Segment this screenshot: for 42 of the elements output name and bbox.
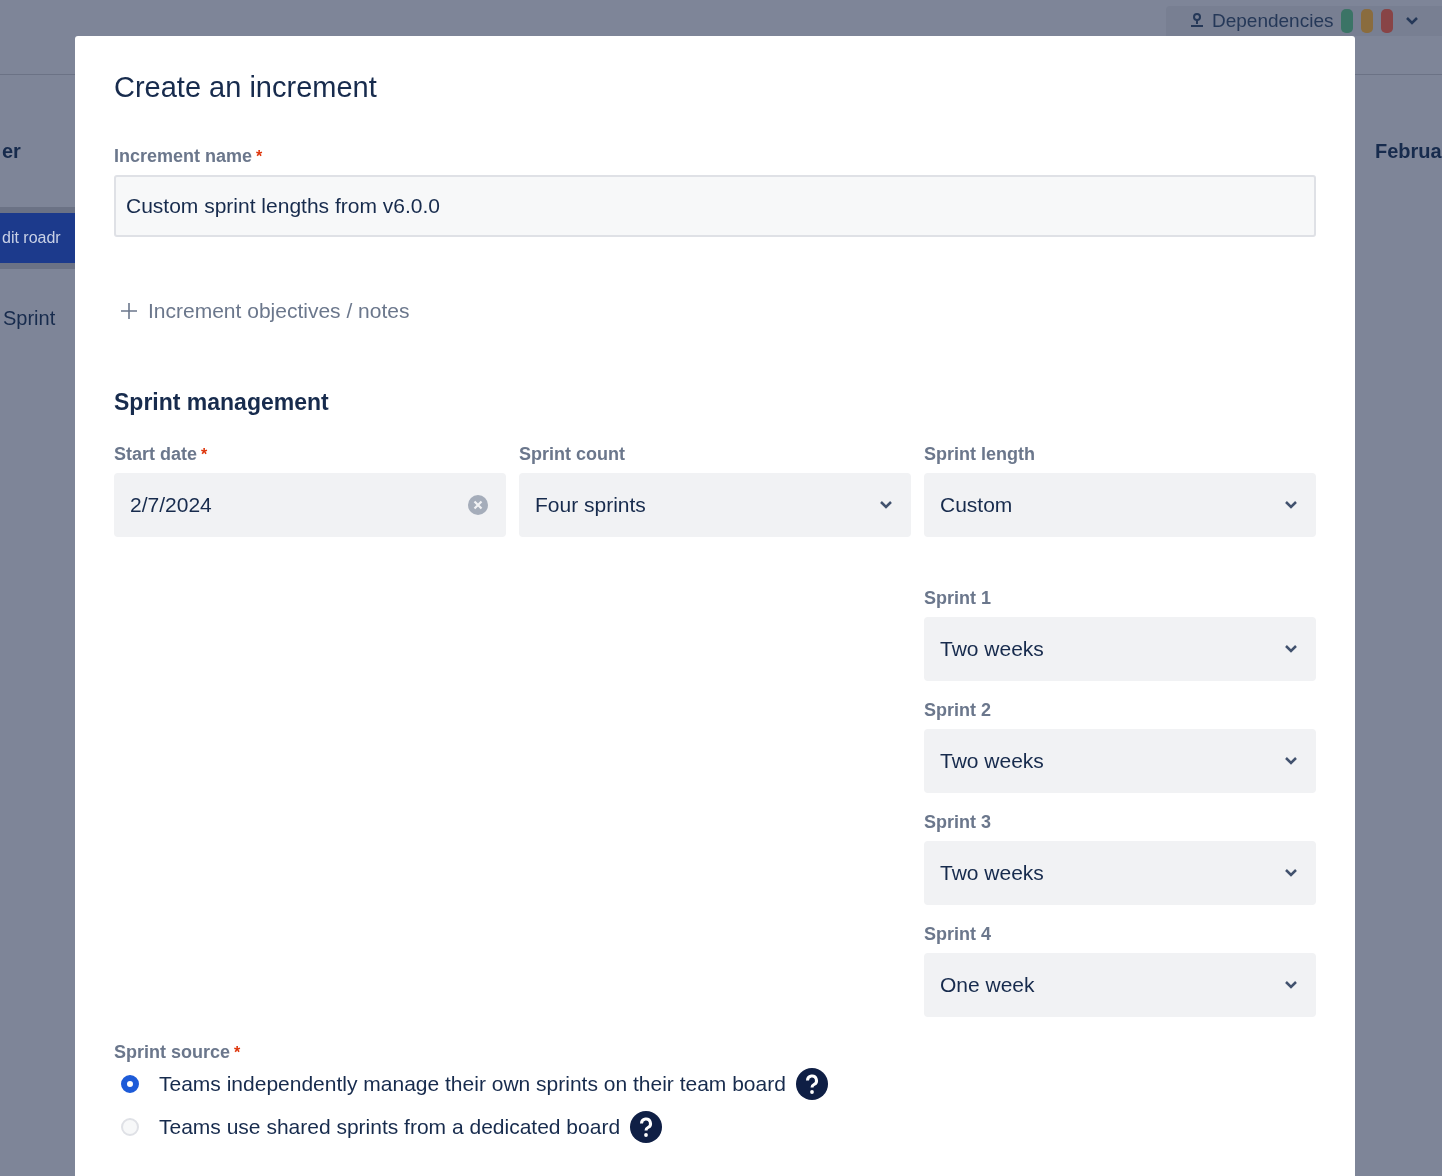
select-field[interactable]: Custom	[924, 473, 1316, 537]
section-title: Sprint management	[114, 389, 330, 415]
dependencies-label: Dependencies	[1212, 10, 1334, 32]
chevron-down-icon	[1284, 980, 1298, 990]
radio-label: Teams use shared sprints from a dedicated board	[159, 1114, 621, 1139]
hierarchy-icon	[1190, 13, 1204, 29]
field-label: Sprint length	[924, 444, 1035, 464]
chevron-down-icon	[1284, 644, 1298, 654]
select-field[interactable]: Two weeks	[924, 841, 1316, 905]
sprint-label: Sprint	[2, 307, 57, 330]
field-label: Start date	[114, 444, 198, 464]
radio-label: Teams independently manage their own sprints on their team board	[159, 1071, 786, 1096]
dialog-title: Create an increment	[114, 70, 378, 104]
field-label: Sprint 4	[924, 924, 992, 944]
select-field[interactable]: One week	[924, 953, 1316, 1017]
required-mark: *	[256, 148, 263, 166]
objectives-link[interactable]: Increment objectives / notes	[114, 299, 410, 323]
field-label: Sprint 3	[924, 812, 992, 832]
required-mark: *	[201, 446, 208, 464]
select-field[interactable]: Two weeks	[924, 729, 1316, 793]
plus-icon	[120, 302, 138, 320]
chevron-down-icon	[1284, 500, 1298, 510]
select-field[interactable]: Two weeks	[924, 617, 1316, 681]
radio-button[interactable]	[121, 1074, 139, 1093]
edit-roadmap-button[interactable]: dit roadr	[0, 207, 75, 269]
help-icon[interactable]	[630, 1110, 663, 1143]
chevron-down-icon	[1284, 868, 1298, 878]
date-field[interactable]: 2/7/2024	[114, 473, 506, 537]
help-icon[interactable]	[795, 1067, 828, 1100]
column-heading: Februa	[1375, 139, 1442, 163]
required-mark: *	[234, 1044, 241, 1062]
chevron-down-icon[interactable]	[1405, 16, 1420, 26]
column-heading: er	[1, 139, 22, 163]
chevron-down-icon	[879, 500, 893, 510]
chevron-down-icon	[1284, 756, 1298, 766]
field-label: Sprint count	[519, 444, 625, 464]
field-label: Sprint 1	[924, 588, 992, 608]
field-label: Sprint source	[114, 1042, 231, 1062]
field-label: Increment name	[114, 146, 253, 166]
select-field[interactable]: Four sprints	[519, 473, 911, 537]
name-input-field[interactable]: Custom sprint lengths from v6.0.0	[114, 175, 1316, 237]
field-label: Sprint 2	[924, 700, 992, 720]
